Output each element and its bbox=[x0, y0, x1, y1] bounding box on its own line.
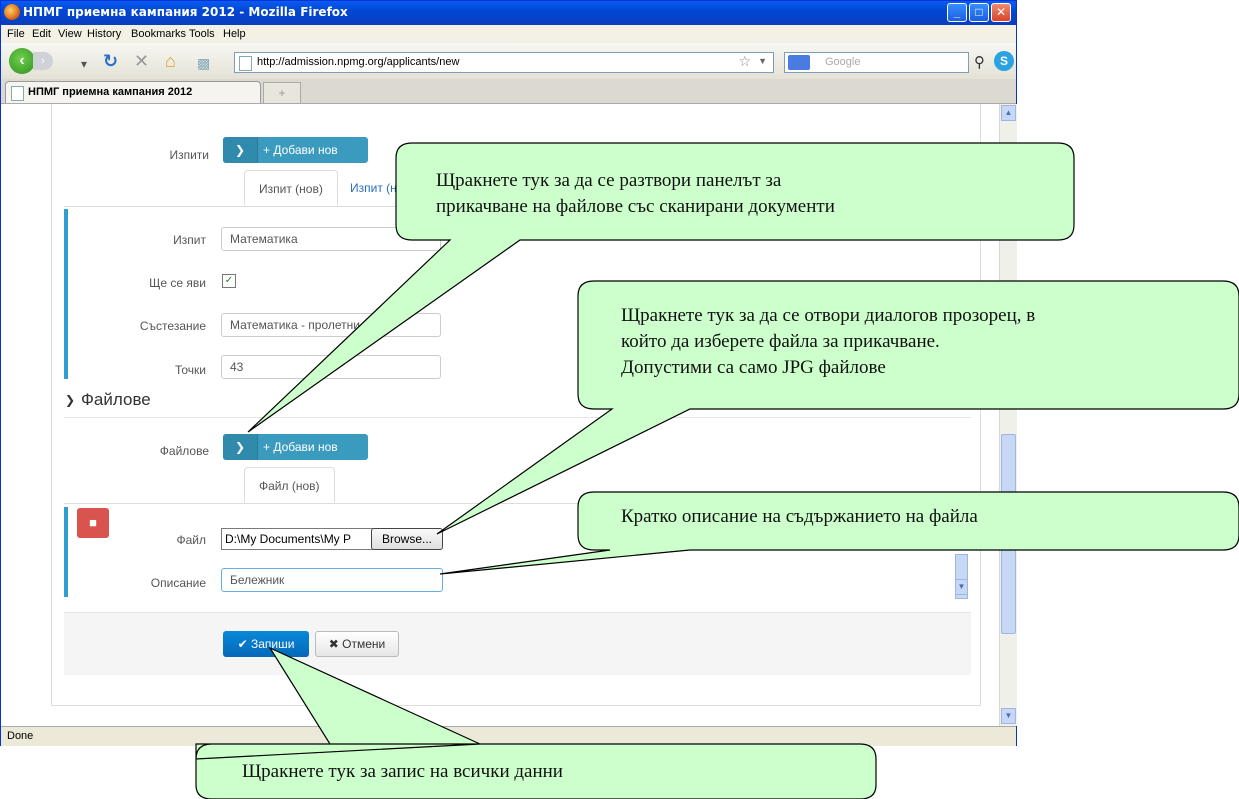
description-label: Описание bbox=[150, 576, 206, 590]
minimize-button[interactable]: _ bbox=[947, 3, 967, 22]
files-section-chevron-icon[interactable]: ❯ bbox=[65, 393, 75, 407]
exam-label: Изпит bbox=[173, 233, 206, 247]
points-input[interactable]: 43 bbox=[221, 355, 441, 379]
forward-arrow-icon[interactable]: › bbox=[33, 52, 53, 70]
stop-icon[interactable]: ✕ bbox=[134, 51, 149, 71]
callout-description-text: Кратко описание на съдържанието на файла bbox=[621, 504, 978, 530]
callout-open-files-panel-text: Щракнете тук за да се разтвори панелът з… bbox=[436, 168, 835, 220]
status-text: Done bbox=[7, 730, 34, 742]
file-label: Файл bbox=[176, 533, 206, 547]
search-placeholder: Google bbox=[825, 56, 861, 68]
title-bar: НПМГ приемна кампания 2012 - Mozilla Fir… bbox=[1, 1, 1016, 25]
cross-icon: ✖ bbox=[328, 637, 339, 651]
scroll-up-icon[interactable]: ▲ bbox=[1001, 105, 1016, 121]
new-tab-button[interactable]: + bbox=[263, 82, 301, 103]
exam-select[interactable]: Математика bbox=[221, 227, 441, 251]
menu-file[interactable]: File bbox=[7, 28, 25, 40]
menu-tools[interactable]: Tools bbox=[189, 28, 215, 40]
tab-title: НПМГ приемна кампания 2012 bbox=[28, 86, 193, 98]
description-value: Бележник bbox=[230, 573, 285, 587]
contest-select-value: Математика - пролетни (Пр bbox=[230, 318, 383, 332]
form-actions: ✔ Запиши ✖ Отмени bbox=[64, 612, 971, 675]
menu-history[interactable]: History bbox=[87, 28, 121, 40]
google-icon[interactable] bbox=[788, 55, 810, 70]
files-button-group: ❯ + Добави нов bbox=[223, 434, 368, 460]
callout-line: Кратко описание на съдържанието на файла bbox=[621, 506, 978, 527]
search-bar[interactable]: Google bbox=[784, 52, 969, 73]
page-icon bbox=[239, 56, 252, 71]
points-label: Точки bbox=[174, 363, 206, 377]
inner-scroll-down-icon[interactable]: ▼ bbox=[955, 579, 968, 595]
files-toggle-chevron-icon[interactable]: ❯ bbox=[223, 434, 258, 460]
home-icon[interactable]: ⌂ bbox=[165, 51, 176, 71]
url-dropdown-icon[interactable]: ▼ bbox=[758, 56, 767, 66]
check-icon: ✔ bbox=[237, 637, 248, 651]
exam-accent-bar bbox=[64, 209, 68, 379]
browse-button[interactable]: Browse... bbox=[371, 528, 443, 550]
firefox-icon bbox=[4, 4, 20, 20]
url-bar[interactable]: http://admission.npmg.org/applicants/new… bbox=[234, 52, 774, 73]
tab-file-new[interactable]: Файл (нов) bbox=[244, 467, 335, 503]
callout-line: прикачване на файлове със сканирани доку… bbox=[436, 196, 835, 217]
browser-tab[interactable]: НПМГ приемна кампания 2012 bbox=[5, 81, 261, 103]
tab-exam-second[interactable]: Изпит (нов) bbox=[336, 170, 428, 206]
exams-toggle-chevron-icon[interactable]: ❯ bbox=[223, 137, 258, 163]
description-input[interactable]: Бележник bbox=[221, 568, 443, 592]
status-bar: Done bbox=[1, 726, 1016, 746]
callout-line: който да изберете файла за прикачване. bbox=[621, 331, 940, 352]
file-tabs: Файл (нов) bbox=[64, 467, 971, 504]
cancel-button[interactable]: ✖ Отмени bbox=[315, 631, 399, 657]
file-accent-bar bbox=[64, 507, 68, 597]
window-title: НПМГ приемна кампания 2012 - Mozilla Fir… bbox=[23, 5, 348, 19]
scrollbar-thumb[interactable] bbox=[1001, 434, 1016, 634]
navigation-toolbar: ‹ › ▾ ↻ ✕ ⌂ ▩ http://admission.npmg.org/… bbox=[1, 43, 1016, 79]
files-label: Файлове bbox=[159, 444, 209, 458]
signal-icon: ▩ bbox=[197, 55, 211, 71]
page-icon bbox=[11, 86, 24, 101]
points-input-value: 43 bbox=[230, 360, 244, 374]
exam-select-value: Математика bbox=[230, 232, 298, 246]
menu-edit[interactable]: Edit bbox=[32, 28, 51, 40]
cancel-label: Отмени bbox=[342, 637, 386, 651]
menu-help[interactable]: Help bbox=[223, 28, 246, 40]
close-button[interactable]: ✕ bbox=[991, 3, 1011, 22]
file-path-input[interactable]: D:\My Documents\My P bbox=[221, 528, 373, 550]
tab-bar: НПМГ приемна кампания 2012 + bbox=[1, 79, 1016, 104]
callout-line: Щракнете тук за да се разтвори панелът з… bbox=[436, 170, 782, 191]
section-divider bbox=[64, 417, 971, 418]
scroll-down-icon[interactable]: ▼ bbox=[1001, 708, 1016, 724]
file-path-value: D:\My Documents\My P bbox=[225, 532, 352, 546]
files-add-new-button[interactable]: + Добави нов bbox=[263, 440, 338, 454]
maximize-button[interactable]: □ bbox=[969, 3, 989, 22]
trash-icon: ■ bbox=[89, 515, 97, 530]
exams-button-group: ❯ + Добави нов bbox=[223, 137, 368, 163]
save-label: Запиши bbox=[250, 637, 295, 651]
callout-line: Щракнете тук за запис на всички данни bbox=[242, 761, 563, 782]
callout-open-dialog-text: Щракнете тук за да се отвори диалогов пр… bbox=[621, 303, 1035, 381]
callout-line: Допустими са само JPG файлове bbox=[621, 357, 886, 378]
callout-save-all-text: Щракнете тук за запис на всички данни bbox=[242, 759, 563, 785]
bookmark-star-icon[interactable]: ☆ bbox=[738, 53, 751, 70]
menu-bar: File Edit View History Bookmarks Tools H… bbox=[1, 25, 1016, 43]
files-section-title[interactable]: Файлове bbox=[81, 390, 151, 410]
callout-line: Щракнете тук за да се отвори диалогов пр… bbox=[621, 305, 1036, 326]
page-scrollbar[interactable]: ▲ ▼ bbox=[999, 104, 1017, 726]
exams-add-new-button[interactable]: + Добави нов bbox=[263, 143, 338, 157]
reload-icon[interactable]: ↻ bbox=[103, 51, 118, 71]
skype-icon[interactable]: S bbox=[994, 51, 1014, 71]
contest-label: Състезание bbox=[139, 319, 206, 333]
contest-select[interactable]: Математика - пролетни (Пр bbox=[221, 313, 441, 337]
save-button[interactable]: ✔ Запиши bbox=[223, 631, 309, 657]
menu-view[interactable]: View bbox=[58, 28, 82, 40]
will-attend-label: Ще се яви bbox=[149, 276, 206, 290]
will-attend-checkbox[interactable]: ✓ bbox=[222, 274, 236, 288]
tab-exam-new[interactable]: Изпит (нов) bbox=[244, 170, 338, 206]
menu-bookmarks[interactable]: Bookmarks bbox=[131, 28, 186, 40]
search-icon[interactable]: ⚲ bbox=[974, 53, 985, 71]
history-dropdown-icon[interactable]: ▾ bbox=[81, 54, 87, 74]
url-text: http://admission.npmg.org/applicants/new bbox=[257, 56, 460, 68]
back-arrow-icon[interactable]: ‹ bbox=[9, 48, 35, 74]
exams-label: Изпити bbox=[169, 148, 209, 162]
